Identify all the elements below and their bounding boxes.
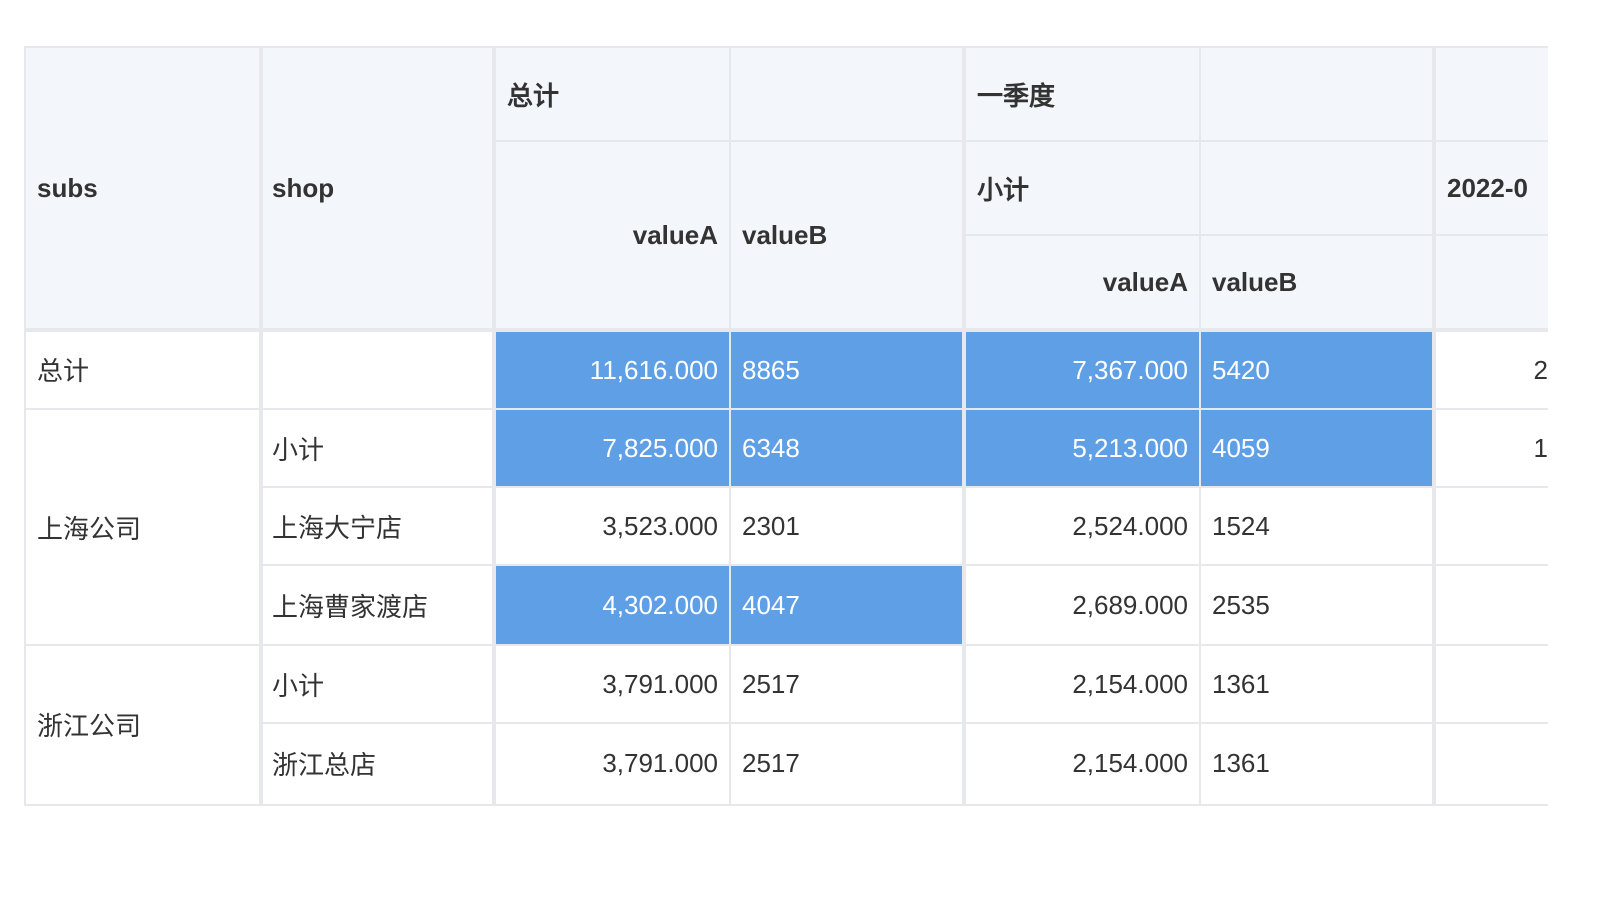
cell-caojiadu-valueB[interactable]: 4047	[731, 566, 964, 644]
cell-zhejiang-hq-valueA[interactable]: 3,791.000	[496, 724, 729, 802]
cell-dangning-valueA[interactable]: 3,523.000	[496, 488, 729, 564]
cell-dangning-q1-valueA[interactable]: 2,524.000	[966, 488, 1199, 564]
cell-zhejiang-hq-valueB[interactable]: 2517	[731, 724, 964, 802]
grid-line	[962, 48, 966, 804]
cell-zhejiang-hq-q1-valueA[interactable]: 2,154.000	[966, 724, 1199, 802]
row-zhejiang-subtotal[interactable]: 小计	[261, 646, 494, 722]
row-shop-caojiadu[interactable]: 上海曹家渡店	[261, 566, 494, 644]
grid-line	[261, 564, 1548, 566]
row-header-subs[interactable]: subs	[26, 48, 259, 328]
col-header-q1-valueA[interactable]: valueA	[966, 236, 1199, 328]
cell-dangning-q1-valueB[interactable]: 1524	[1201, 488, 1434, 564]
cell-grand-total-q1-valueB[interactable]: 5420	[1201, 332, 1434, 408]
grid-line	[26, 408, 1548, 410]
cell-zhejiang-subtotal-month[interactable]	[1436, 646, 1548, 722]
cell-shanghai-subtotal-q1-valueA[interactable]: 5,213.000	[966, 410, 1199, 486]
cell-zhejiang-hq-q1-valueB[interactable]: 1361	[1201, 724, 1434, 802]
cell-shanghai-subtotal-month[interactable]: 1	[1436, 410, 1548, 486]
col-header-q1[interactable]: 一季度	[966, 48, 1548, 140]
grid-line	[1199, 48, 1201, 804]
grid-line	[261, 486, 1548, 488]
cell-grand-total-month[interactable]: 2	[1436, 332, 1548, 408]
grid-line	[492, 48, 496, 804]
cell-caojiadu-q1-valueB[interactable]: 2535	[1201, 566, 1434, 644]
cell-shanghai-subtotal-valueA[interactable]: 7,825.000	[496, 410, 729, 486]
cell-grand-total-valueA[interactable]: 11,616.000	[496, 332, 729, 408]
grid-line	[1432, 48, 1436, 804]
grid-line	[26, 644, 1548, 646]
cell-shanghai-subtotal-valueB[interactable]: 6348	[731, 410, 964, 486]
cell-zhejiang-subtotal-valueA[interactable]: 3,791.000	[496, 646, 729, 722]
grid-line	[966, 234, 1548, 236]
cell-caojiadu-valueA[interactable]: 4,302.000	[496, 566, 729, 644]
cell-zhejiang-subtotal-valueB[interactable]: 2517	[731, 646, 964, 722]
cell-shanghai-subtotal-q1-valueB[interactable]: 4059	[1201, 410, 1434, 486]
cell-zhejiang-subtotal-q1-valueB[interactable]: 1361	[1201, 646, 1434, 722]
cell-grand-total-q1-valueA[interactable]: 7,367.000	[966, 332, 1199, 408]
grid-line	[496, 140, 1548, 142]
row-zhejiang-company[interactable]: 浙江公司	[26, 646, 259, 802]
cell-grand-total-valueB[interactable]: 8865	[731, 332, 964, 408]
grid-line	[261, 722, 1548, 724]
row-shanghai-company[interactable]: 上海公司	[26, 410, 259, 644]
row-header-shop[interactable]: shop	[261, 48, 494, 328]
grid-line	[26, 328, 1548, 332]
cell-dangning-valueB[interactable]: 2301	[731, 488, 964, 564]
col-header-month[interactable]: 2022-0	[1436, 142, 1548, 234]
grid-line	[729, 48, 731, 804]
row-shop-dangning[interactable]: 上海大宁店	[261, 488, 494, 564]
cell-zhejiang-hq-month[interactable]	[1436, 724, 1548, 802]
col-header-total-valueA[interactable]: valueA	[496, 142, 729, 328]
row-shop-zhejiang-hq[interactable]: 浙江总店	[261, 724, 494, 802]
col-header-q1-valueB[interactable]: valueB	[1201, 236, 1434, 328]
cell-zhejiang-subtotal-q1-valueA[interactable]: 2,154.000	[966, 646, 1199, 722]
col-header-month-sub	[1436, 236, 1548, 328]
cell-caojiadu-q1-valueA[interactable]: 2,689.000	[966, 566, 1199, 644]
cell-caojiadu-month[interactable]	[1436, 566, 1548, 644]
cell-dangning-month[interactable]	[1436, 488, 1548, 564]
grid-line	[259, 48, 263, 804]
pivot-table: subs shop 总计 一季度 valueA valueB 小计 2022-0…	[24, 46, 1548, 806]
col-header-total-valueB[interactable]: valueB	[731, 142, 964, 328]
row-shanghai-subtotal[interactable]: 小计	[261, 410, 494, 486]
